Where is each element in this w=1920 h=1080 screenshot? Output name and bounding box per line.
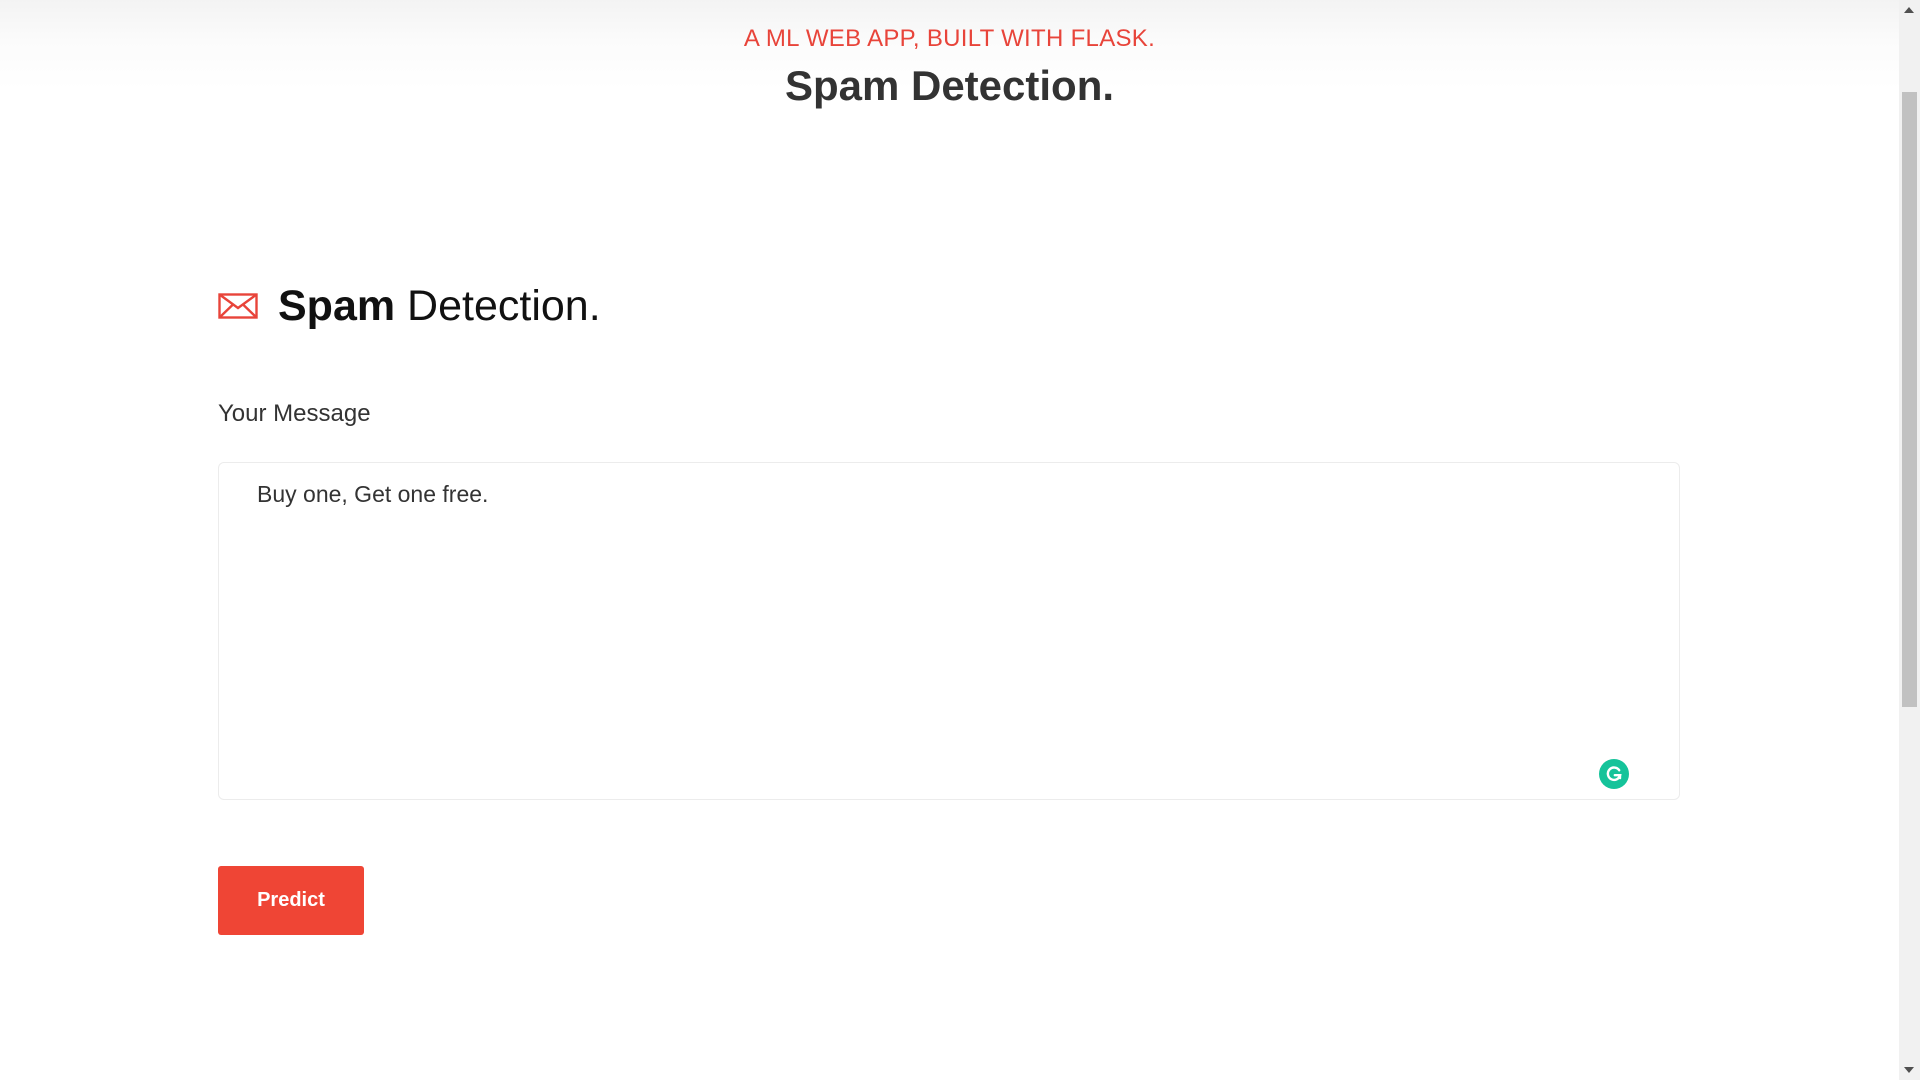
message-field: Buy one, Get one free. bbox=[218, 462, 1680, 800]
grammarly-icon[interactable] bbox=[1599, 759, 1629, 789]
section-title-rest: Detection. bbox=[395, 281, 601, 330]
section-title-bold: Spam bbox=[278, 281, 396, 330]
page: A ML WEB APP, BUILT WITH FLASK. Spam Det… bbox=[0, 0, 1920, 1080]
page-title: Spam Detection. bbox=[784, 62, 1115, 109]
viewport: A ML WEB APP, BUILT WITH FLASK. Spam Det… bbox=[0, 0, 1899, 1080]
header-eyebrow: A ML WEB APP, BUILT WITH FLASK. bbox=[743, 25, 1156, 52]
predict-button[interactable]: Predict bbox=[218, 866, 364, 935]
scroll-up-icon[interactable] bbox=[1904, 7, 1914, 13]
envelope-icon bbox=[218, 293, 258, 319]
message-label: Your Message bbox=[218, 400, 371, 427]
message-input[interactable]: Buy one, Get one free. bbox=[219, 463, 1679, 799]
page-scrollbar[interactable] bbox=[1899, 0, 1920, 1080]
scrollbar-thumb[interactable] bbox=[1902, 92, 1917, 707]
section-title: Spam Detection. bbox=[278, 282, 601, 331]
scroll-down-icon[interactable] bbox=[1904, 1067, 1914, 1073]
section-heading: Spam Detection. bbox=[218, 278, 601, 334]
